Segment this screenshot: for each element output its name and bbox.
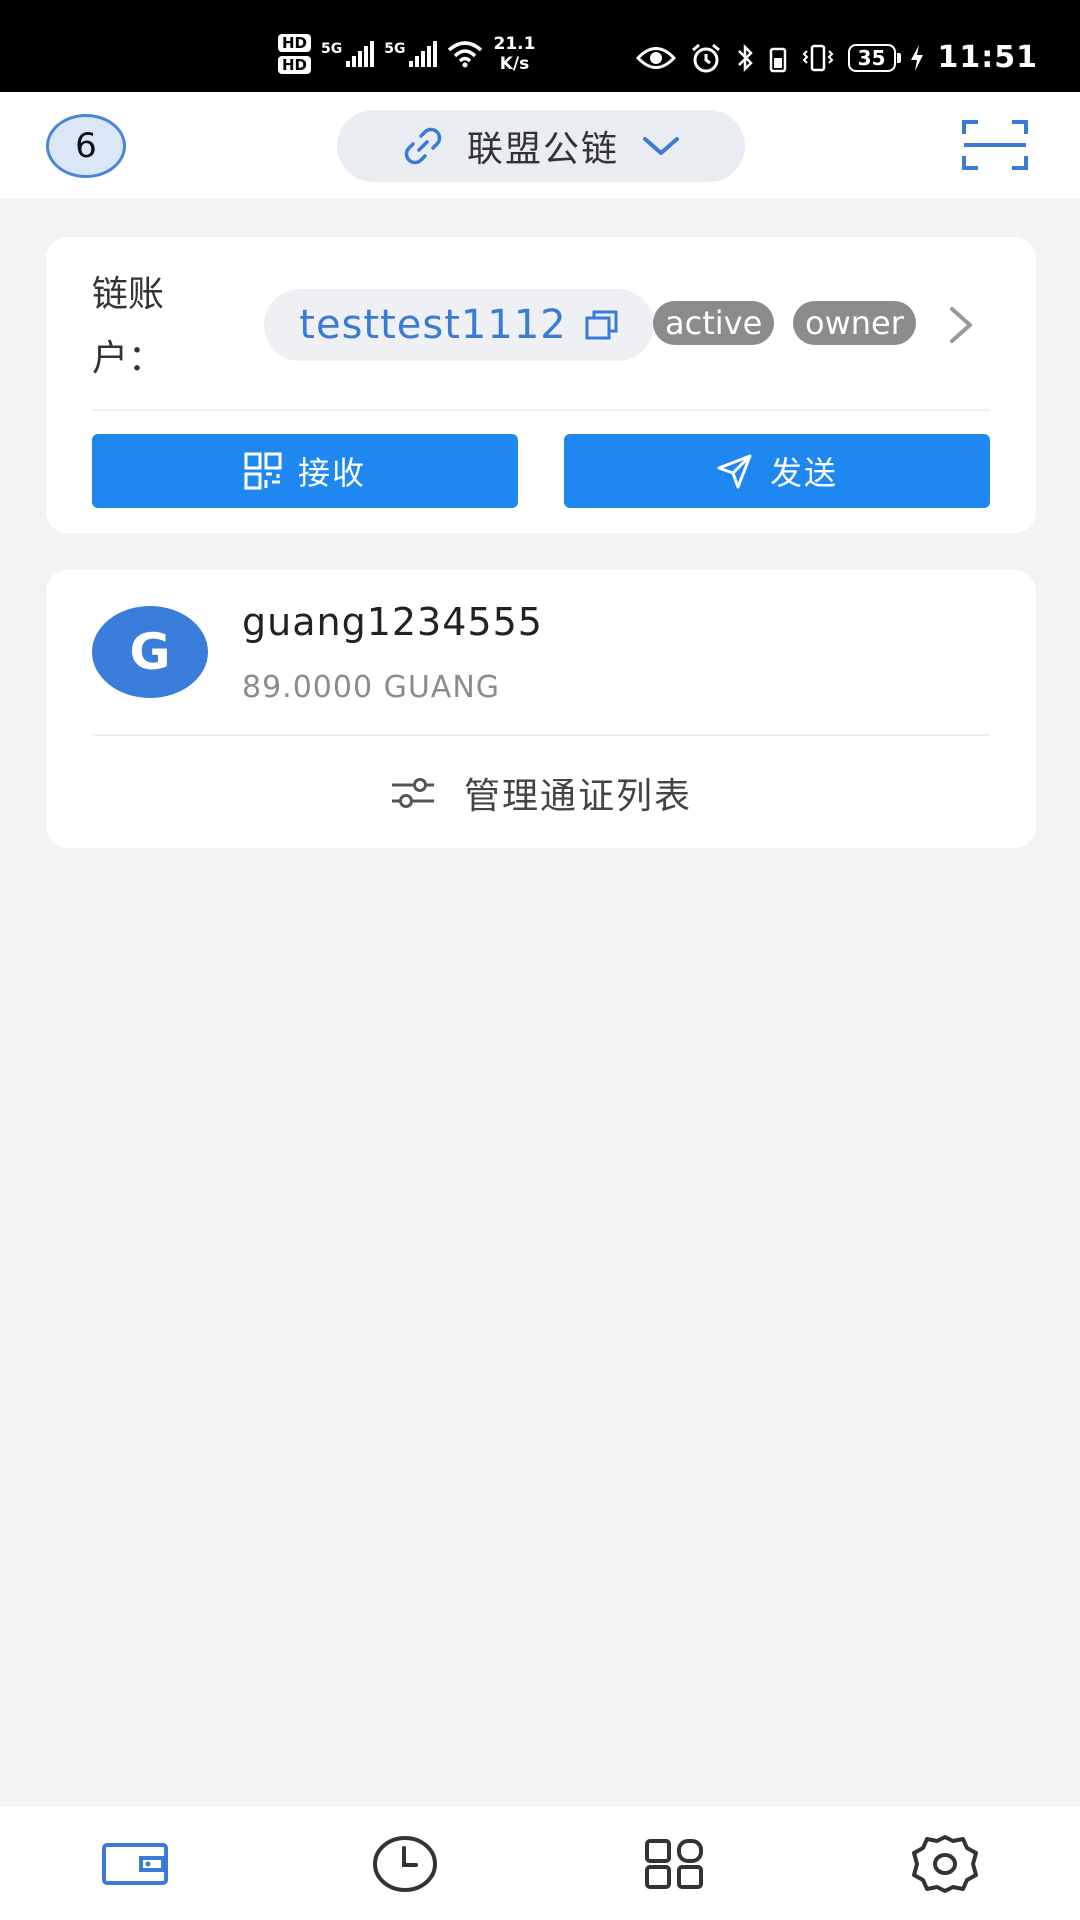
eye-icon bbox=[635, 46, 676, 69]
wallet-icon bbox=[102, 1843, 168, 1885]
network-type-1: 5G bbox=[321, 41, 343, 57]
manage-tokens-button[interactable]: 管理通证列表 bbox=[46, 753, 1036, 833]
divider bbox=[92, 734, 990, 736]
hd1-indicator: HD bbox=[278, 34, 312, 52]
hd-indicators: HD HD bbox=[278, 34, 312, 74]
charging-icon bbox=[910, 44, 923, 71]
network-speed-value: 21.1 bbox=[493, 34, 536, 54]
permission-tag-owner: owner bbox=[793, 301, 916, 345]
bluetooth-icon bbox=[737, 43, 753, 72]
chevron-down-icon bbox=[643, 137, 679, 155]
chain-selector[interactable]: 联盟公链 bbox=[337, 110, 745, 182]
account-count-badge[interactable]: 6 bbox=[46, 114, 126, 178]
status-bar-right: 35 11:51 bbox=[635, 40, 1038, 75]
network-type-2: 5G bbox=[384, 41, 406, 57]
receive-button[interactable]: 接收 bbox=[92, 434, 518, 508]
nav-history[interactable] bbox=[370, 1834, 440, 1894]
token-balance: 89.0000 GUANG bbox=[242, 670, 501, 705]
scan-icon[interactable] bbox=[962, 118, 1028, 172]
receive-label: 接收 bbox=[297, 454, 366, 492]
battery-indicator: 35 bbox=[847, 43, 901, 72]
clock-icon bbox=[373, 1836, 437, 1892]
alarm-icon bbox=[691, 43, 720, 72]
divider bbox=[92, 409, 990, 411]
nav-wallet[interactable] bbox=[100, 1834, 170, 1894]
clock-time: 11:51 bbox=[937, 40, 1038, 75]
link-icon bbox=[404, 127, 442, 165]
account-card: 链账户： testtest1112 active owner 接收 发送 bbox=[46, 237, 1036, 533]
token-card: G guang1234555 89.0000 GUANG 管理通证列表 bbox=[46, 570, 1036, 848]
token-avatar: G bbox=[92, 606, 208, 698]
manage-tokens-label: 管理通证列表 bbox=[463, 776, 692, 817]
top-bar: 6 联盟公链 bbox=[0, 92, 1080, 198]
account-name: testtest1112 bbox=[299, 302, 567, 348]
chain-name: 联盟公链 bbox=[466, 129, 619, 170]
network-speed-unit: K/s bbox=[499, 54, 530, 74]
nav-settings[interactable] bbox=[910, 1834, 980, 1894]
apps-grid-icon bbox=[645, 1839, 703, 1889]
wifi-icon bbox=[448, 41, 483, 68]
sliders-icon bbox=[391, 778, 434, 808]
send-label: 发送 bbox=[769, 454, 838, 492]
status-bar-left: HD HD 5G 5G 21.1 K/s bbox=[278, 34, 535, 74]
settings-gear-icon bbox=[912, 1835, 978, 1893]
network-speed: 21.1 K/s bbox=[493, 34, 535, 74]
vibrate-icon bbox=[802, 44, 834, 71]
account-label: 链账户： bbox=[92, 274, 165, 379]
send-button[interactable]: 发送 bbox=[564, 434, 990, 508]
sim-icon bbox=[769, 47, 786, 72]
copy-icon[interactable] bbox=[585, 309, 619, 341]
send-icon bbox=[717, 454, 752, 489]
permission-tag-active: active bbox=[653, 301, 775, 345]
nav-apps[interactable] bbox=[640, 1834, 710, 1894]
signal-2-icon: 5G bbox=[384, 41, 438, 67]
bottom-nav bbox=[0, 1806, 1080, 1920]
hd2-indicator: HD bbox=[278, 56, 312, 74]
qr-code-icon bbox=[244, 452, 282, 490]
status-bar: HD HD 5G 5G 21.1 K/s 35 11:51 bbox=[0, 0, 1080, 92]
signal-1-icon: 5G bbox=[321, 41, 375, 67]
token-name[interactable]: guang1234555 bbox=[242, 600, 543, 644]
chevron-right-icon[interactable] bbox=[946, 303, 976, 347]
account-name-pill[interactable]: testtest1112 bbox=[264, 289, 654, 361]
